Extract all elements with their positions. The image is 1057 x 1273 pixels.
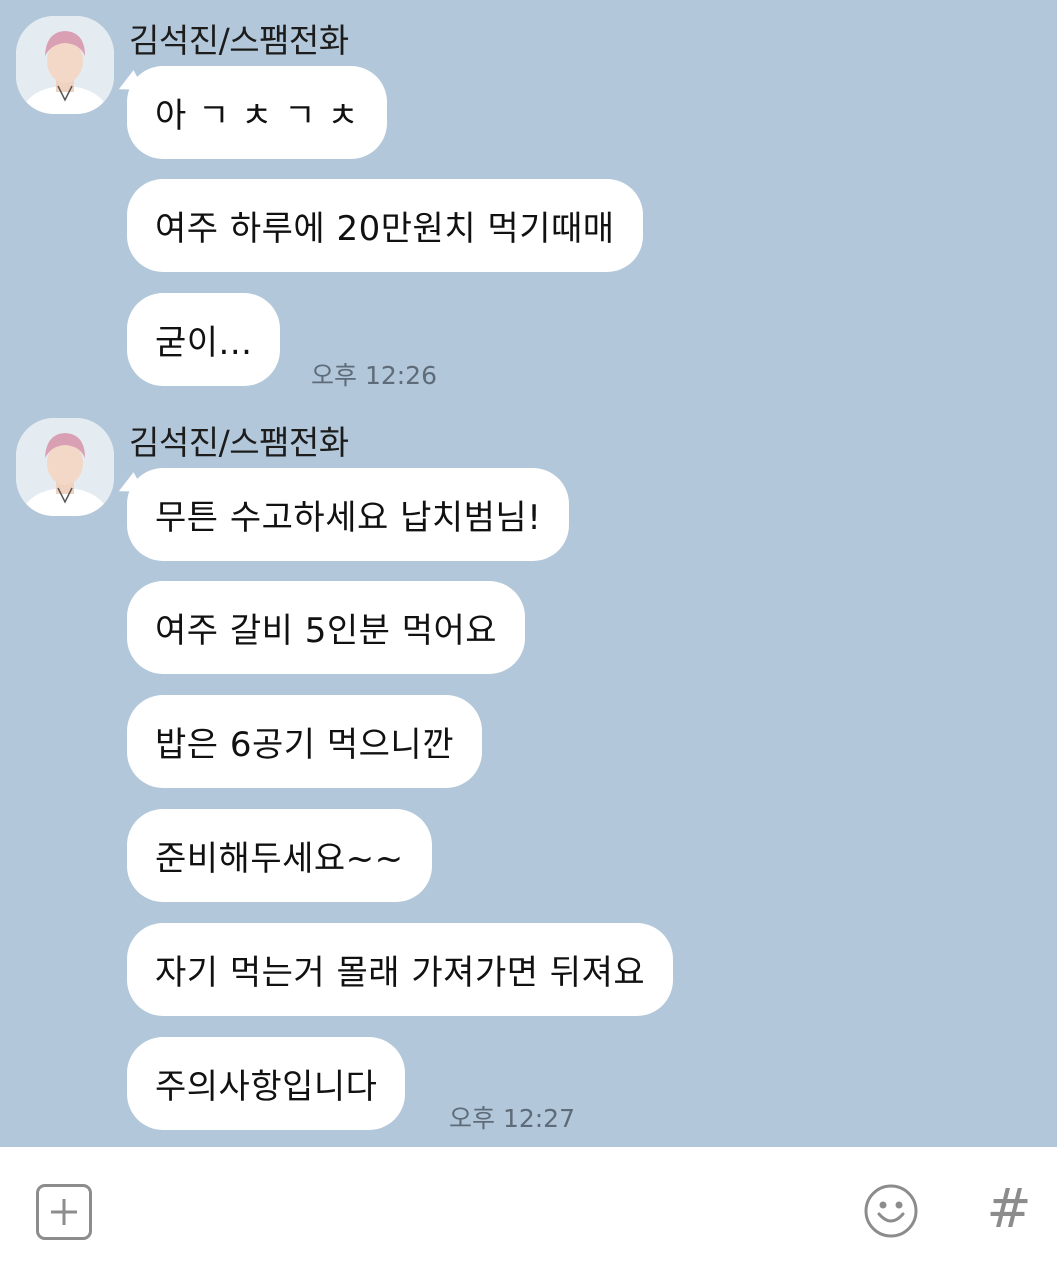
avatar[interactable] (16, 16, 114, 114)
smiley-icon[interactable] (862, 1182, 920, 1240)
timestamp: 오후 12:26 (311, 361, 437, 390)
hashtag-button[interactable]: # (986, 1177, 1032, 1241)
plus-icon (51, 1199, 77, 1225)
avatar[interactable] (16, 418, 114, 516)
profile-photo (16, 418, 114, 516)
message-bubble[interactable]: 아 ㄱ ㅊ ㄱ ㅊ (127, 66, 388, 159)
message-bubble[interactable]: 무튼 수고하세요 납치범님! (127, 468, 570, 561)
message-bubble[interactable]: 준비해두세요~~ (127, 809, 432, 902)
message-bubble[interactable]: 여주 갈비 5인분 먹어요 (127, 581, 526, 674)
message-bubble[interactable]: 여주 하루에 20만원치 먹기때매 (127, 179, 643, 272)
message-bubble[interactable]: 자기 먹는거 몰래 가져가면 뒤져요 (127, 923, 674, 1016)
sender-name: 김석진/스팸전화 (129, 21, 349, 60)
input-bar: # (0, 1147, 1057, 1273)
plus-square-icon[interactable] (36, 1184, 92, 1240)
chat-area: 김석진/스팸전화 아 ㄱ ㅊ ㄱ ㅊ 여주 하루에 20만원치 먹기때매 굳이.… (0, 0, 1057, 1147)
message-bubble[interactable]: 굳이... (127, 293, 281, 386)
timestamp: 오후 12:27 (449, 1104, 575, 1133)
profile-photo (16, 16, 114, 114)
sender-name: 김석진/스팸전화 (129, 423, 349, 462)
message-bubble[interactable]: 밥은 6공기 먹으니깐 (127, 695, 482, 788)
emoji-face-icon (864, 1184, 918, 1238)
message-bubble[interactable]: 주의사항입니다 (127, 1037, 406, 1130)
